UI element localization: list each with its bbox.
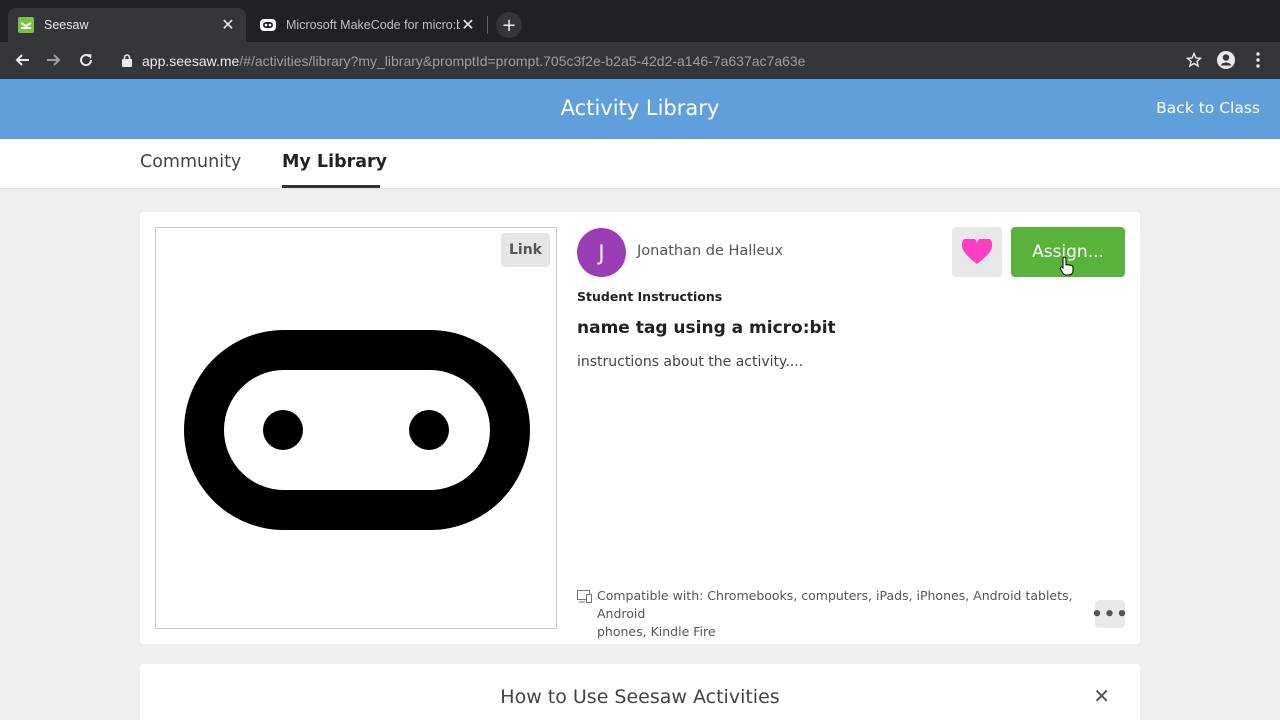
tab-title: Seesaw: [44, 18, 89, 32]
link-badge[interactable]: Link: [501, 233, 550, 267]
device-icon: [577, 590, 592, 603]
microbit-logo: [184, 330, 530, 530]
address-bar[interactable]: app.seesaw.me/#/activities/library?my_li…: [110, 45, 1206, 76]
tab-separator: [487, 16, 488, 34]
app-header: Activity Library Back to Class: [0, 79, 1280, 139]
activity-preview[interactable]: Link: [155, 227, 557, 629]
how-to-title: How to Use Seesaw Activities: [500, 686, 780, 708]
star-icon[interactable]: [1182, 48, 1206, 72]
favorite-button[interactable]: [952, 227, 1002, 277]
close-tab-icon[interactable]: ✕: [220, 17, 236, 34]
more-options-button[interactable]: •••: [1091, 600, 1128, 628]
close-tab-icon[interactable]: ✕: [460, 17, 476, 34]
forward-arrow-icon[interactable]: [42, 48, 66, 72]
tab-title: Microsoft MakeCode for micro:bit: [286, 18, 460, 32]
browser-tab-bar: Seesaw ✕ Microsoft MakeCode for micro:bi…: [0, 0, 1280, 42]
page-title: Activity Library: [560, 96, 720, 120]
reload-icon[interactable]: [74, 48, 98, 72]
back-arrow-icon[interactable]: [10, 48, 34, 72]
lock-icon: [120, 54, 134, 68]
makecode-favicon: [260, 17, 276, 33]
browser-tab-makecode[interactable]: Microsoft MakeCode for micro:bit ✕: [250, 8, 486, 42]
author-name: Jonathan de Halleux: [637, 243, 784, 259]
cursor-icon: [1059, 256, 1074, 276]
url-path: /#/activities/library?my_library&promptI…: [239, 52, 806, 69]
url-host: app.seesaw.me: [142, 52, 240, 69]
avatar: J: [577, 228, 626, 277]
instructions-label: Student Instructions: [577, 289, 723, 304]
selected-tab-indicator: [282, 185, 380, 188]
tab-community[interactable]: Community: [140, 152, 241, 172]
heart-icon: [962, 239, 992, 264]
compatibility-line: phones, Kindle Fire: [597, 624, 716, 639]
activity-card: Link J Jonathan de Halleux Assign... Stu…: [140, 212, 1140, 644]
compatibility-line: Compatible with: Chromebooks, computers,…: [597, 588, 1073, 621]
browser-tab-seesaw[interactable]: Seesaw ✕: [8, 8, 246, 42]
how-to-card: How to Use Seesaw Activities ✕: [140, 664, 1140, 720]
activity-description: instructions about the activity....: [577, 354, 804, 370]
tab-my-library[interactable]: My Library: [282, 152, 387, 172]
new-tab-button[interactable]: +: [496, 12, 522, 38]
library-tabs: Community My Library: [0, 139, 1280, 189]
profile-icon[interactable]: [1214, 48, 1238, 72]
activity-title: name tag using a micro:bit: [577, 318, 836, 338]
browser-toolbar: app.seesaw.me/#/activities/library?my_li…: [0, 42, 1280, 79]
compatibility-text: Compatible with: Chromebooks, computers,…: [597, 587, 1097, 641]
back-to-class-link[interactable]: Back to Class: [1156, 99, 1260, 117]
menu-icon[interactable]: [1246, 48, 1270, 72]
seesaw-favicon: [18, 17, 34, 33]
close-icon[interactable]: ✕: [1093, 684, 1110, 708]
